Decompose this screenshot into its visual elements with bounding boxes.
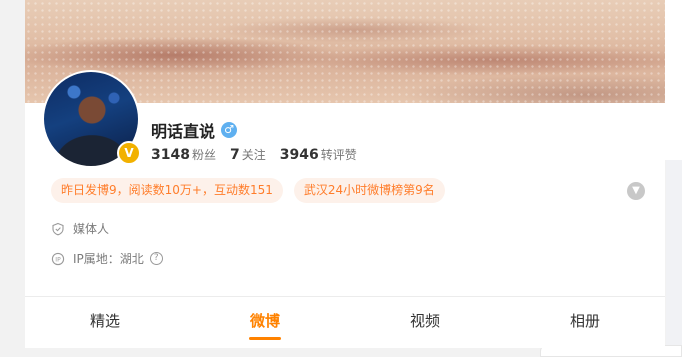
tab-weibo[interactable]: 微博 (185, 297, 345, 348)
followers-stat[interactable]: 3148 粉丝 (151, 146, 216, 163)
right-side-card (664, 0, 682, 160)
category-info: 媒体人 (51, 220, 109, 237)
following-label: 关注 (241, 148, 266, 162)
tab-featured[interactable]: 精选 (25, 297, 185, 348)
ranking-pill[interactable]: 武汉24小时微博榜第9名 (293, 178, 445, 203)
interactions-stat: 3946 转评赞 (280, 146, 357, 163)
profile-name-row: 明话直说 ♂ (151, 118, 238, 142)
interactions-label: 转评赞 (320, 148, 357, 162)
tab-album[interactable]: 相册 (505, 297, 665, 348)
interactions-count: 3946 (279, 147, 319, 163)
following-stat[interactable]: 7 关注 (230, 146, 266, 163)
profile-stats: 3148 粉丝 7 关注 3946 转评赞 (151, 146, 357, 163)
tab-video[interactable]: 视频 (345, 297, 505, 348)
highlight-pills: 昨日发博9，阅读数10万+，互动数151 武汉24小时微博榜第9名 (51, 178, 445, 203)
ip-location-label: IP属地：湖北 (73, 252, 144, 266)
male-icon: ♂ (221, 122, 238, 138)
followers-label: 粉丝 (191, 148, 216, 162)
profile-tabs: 精选 微博 视频 相册 (25, 297, 665, 348)
category-label: 媒体人 (73, 222, 110, 236)
svg-text:IP: IP (55, 256, 61, 263)
ip-icon: IP (51, 252, 65, 266)
profile-name: 明话直说 (151, 122, 216, 141)
shield-icon (51, 222, 65, 236)
ip-location-info: IP IP属地：湖北 ? (51, 250, 163, 267)
avatar[interactable]: V (42, 70, 141, 168)
daily-stats-pill[interactable]: 昨日发博9，阅读数10万+，互动数151 (51, 178, 283, 203)
question-icon[interactable]: ? (149, 252, 163, 265)
expand-chevron-icon[interactable]: ▼ (627, 182, 645, 200)
verified-badge-icon: V (117, 141, 141, 165)
followers-count: 3148 (151, 147, 190, 163)
following-count: 7 (229, 147, 240, 163)
profile-card: V 明话直说 ♂ 3148 粉丝 7 关注 3946 转评赞 昨日发博9，阅读数… (25, 0, 665, 348)
